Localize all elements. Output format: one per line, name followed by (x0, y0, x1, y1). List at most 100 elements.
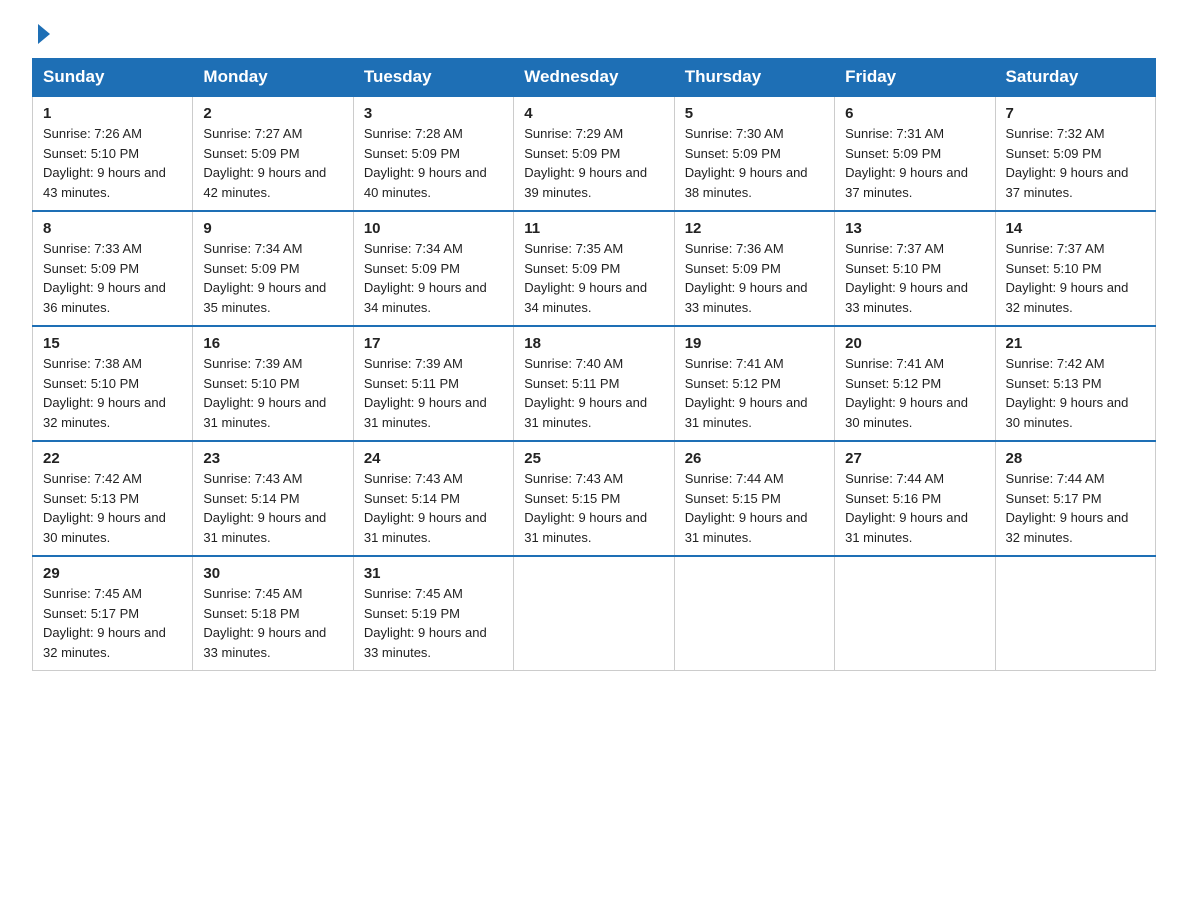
day-info: Sunrise: 7:43 AMSunset: 5:14 PMDaylight:… (364, 471, 487, 545)
day-info: Sunrise: 7:42 AMSunset: 5:13 PMDaylight:… (1006, 356, 1129, 430)
day-info: Sunrise: 7:32 AMSunset: 5:09 PMDaylight:… (1006, 126, 1129, 200)
day-info: Sunrise: 7:43 AMSunset: 5:15 PMDaylight:… (524, 471, 647, 545)
day-number: 13 (845, 220, 984, 237)
day-info: Sunrise: 7:44 AMSunset: 5:17 PMDaylight:… (1006, 471, 1129, 545)
calendar-cell: 1 Sunrise: 7:26 AMSunset: 5:10 PMDayligh… (33, 96, 193, 211)
calendar-cell: 15 Sunrise: 7:38 AMSunset: 5:10 PMDaylig… (33, 326, 193, 441)
calendar-table: SundayMondayTuesdayWednesdayThursdayFrid… (32, 58, 1156, 671)
day-info: Sunrise: 7:34 AMSunset: 5:09 PMDaylight:… (203, 241, 326, 315)
day-number: 2 (203, 105, 342, 122)
calendar-cell: 28 Sunrise: 7:44 AMSunset: 5:17 PMDaylig… (995, 441, 1155, 556)
calendar-cell: 10 Sunrise: 7:34 AMSunset: 5:09 PMDaylig… (353, 211, 513, 326)
calendar-cell: 3 Sunrise: 7:28 AMSunset: 5:09 PMDayligh… (353, 96, 513, 211)
day-number: 22 (43, 450, 182, 467)
day-info: Sunrise: 7:45 AMSunset: 5:18 PMDaylight:… (203, 586, 326, 660)
day-info: Sunrise: 7:36 AMSunset: 5:09 PMDaylight:… (685, 241, 808, 315)
day-number: 1 (43, 105, 182, 122)
page-header (32, 24, 1156, 38)
calendar-cell: 30 Sunrise: 7:45 AMSunset: 5:18 PMDaylig… (193, 556, 353, 671)
day-number: 27 (845, 450, 984, 467)
day-info: Sunrise: 7:30 AMSunset: 5:09 PMDaylight:… (685, 126, 808, 200)
calendar-cell (514, 556, 674, 671)
day-number: 31 (364, 565, 503, 582)
col-header-sunday: Sunday (33, 59, 193, 97)
day-number: 11 (524, 220, 663, 237)
day-number: 6 (845, 105, 984, 122)
day-number: 5 (685, 105, 824, 122)
logo (32, 24, 50, 38)
day-info: Sunrise: 7:31 AMSunset: 5:09 PMDaylight:… (845, 126, 968, 200)
day-info: Sunrise: 7:39 AMSunset: 5:11 PMDaylight:… (364, 356, 487, 430)
day-info: Sunrise: 7:28 AMSunset: 5:09 PMDaylight:… (364, 126, 487, 200)
col-header-saturday: Saturday (995, 59, 1155, 97)
day-info: Sunrise: 7:37 AMSunset: 5:10 PMDaylight:… (1006, 241, 1129, 315)
calendar-cell: 11 Sunrise: 7:35 AMSunset: 5:09 PMDaylig… (514, 211, 674, 326)
calendar-cell (835, 556, 995, 671)
day-info: Sunrise: 7:39 AMSunset: 5:10 PMDaylight:… (203, 356, 326, 430)
calendar-cell: 4 Sunrise: 7:29 AMSunset: 5:09 PMDayligh… (514, 96, 674, 211)
calendar-cell: 27 Sunrise: 7:44 AMSunset: 5:16 PMDaylig… (835, 441, 995, 556)
calendar-week-row: 22 Sunrise: 7:42 AMSunset: 5:13 PMDaylig… (33, 441, 1156, 556)
day-number: 12 (685, 220, 824, 237)
day-info: Sunrise: 7:33 AMSunset: 5:09 PMDaylight:… (43, 241, 166, 315)
day-number: 18 (524, 335, 663, 352)
day-info: Sunrise: 7:42 AMSunset: 5:13 PMDaylight:… (43, 471, 166, 545)
calendar-header-row: SundayMondayTuesdayWednesdayThursdayFrid… (33, 59, 1156, 97)
calendar-cell: 20 Sunrise: 7:41 AMSunset: 5:12 PMDaylig… (835, 326, 995, 441)
calendar-cell: 17 Sunrise: 7:39 AMSunset: 5:11 PMDaylig… (353, 326, 513, 441)
calendar-cell: 19 Sunrise: 7:41 AMSunset: 5:12 PMDaylig… (674, 326, 834, 441)
col-header-thursday: Thursday (674, 59, 834, 97)
calendar-cell: 2 Sunrise: 7:27 AMSunset: 5:09 PMDayligh… (193, 96, 353, 211)
logo-general-text (32, 24, 50, 44)
calendar-cell: 9 Sunrise: 7:34 AMSunset: 5:09 PMDayligh… (193, 211, 353, 326)
calendar-cell: 31 Sunrise: 7:45 AMSunset: 5:19 PMDaylig… (353, 556, 513, 671)
day-info: Sunrise: 7:44 AMSunset: 5:16 PMDaylight:… (845, 471, 968, 545)
day-number: 16 (203, 335, 342, 352)
calendar-cell: 25 Sunrise: 7:43 AMSunset: 5:15 PMDaylig… (514, 441, 674, 556)
day-info: Sunrise: 7:27 AMSunset: 5:09 PMDaylight:… (203, 126, 326, 200)
day-info: Sunrise: 7:45 AMSunset: 5:17 PMDaylight:… (43, 586, 166, 660)
calendar-cell: 26 Sunrise: 7:44 AMSunset: 5:15 PMDaylig… (674, 441, 834, 556)
day-info: Sunrise: 7:41 AMSunset: 5:12 PMDaylight:… (845, 356, 968, 430)
calendar-week-row: 8 Sunrise: 7:33 AMSunset: 5:09 PMDayligh… (33, 211, 1156, 326)
logo-arrow-icon (38, 24, 50, 44)
day-number: 14 (1006, 220, 1145, 237)
calendar-cell: 14 Sunrise: 7:37 AMSunset: 5:10 PMDaylig… (995, 211, 1155, 326)
day-number: 15 (43, 335, 182, 352)
calendar-cell: 16 Sunrise: 7:39 AMSunset: 5:10 PMDaylig… (193, 326, 353, 441)
calendar-cell: 8 Sunrise: 7:33 AMSunset: 5:09 PMDayligh… (33, 211, 193, 326)
calendar-week-row: 29 Sunrise: 7:45 AMSunset: 5:17 PMDaylig… (33, 556, 1156, 671)
day-info: Sunrise: 7:40 AMSunset: 5:11 PMDaylight:… (524, 356, 647, 430)
calendar-cell: 23 Sunrise: 7:43 AMSunset: 5:14 PMDaylig… (193, 441, 353, 556)
day-number: 17 (364, 335, 503, 352)
day-info: Sunrise: 7:29 AMSunset: 5:09 PMDaylight:… (524, 126, 647, 200)
calendar-cell: 22 Sunrise: 7:42 AMSunset: 5:13 PMDaylig… (33, 441, 193, 556)
calendar-cell: 7 Sunrise: 7:32 AMSunset: 5:09 PMDayligh… (995, 96, 1155, 211)
day-number: 28 (1006, 450, 1145, 467)
day-number: 21 (1006, 335, 1145, 352)
day-number: 8 (43, 220, 182, 237)
day-number: 20 (845, 335, 984, 352)
day-info: Sunrise: 7:41 AMSunset: 5:12 PMDaylight:… (685, 356, 808, 430)
day-number: 30 (203, 565, 342, 582)
day-number: 25 (524, 450, 663, 467)
col-header-wednesday: Wednesday (514, 59, 674, 97)
day-number: 24 (364, 450, 503, 467)
calendar-cell: 5 Sunrise: 7:30 AMSunset: 5:09 PMDayligh… (674, 96, 834, 211)
day-number: 4 (524, 105, 663, 122)
day-number: 9 (203, 220, 342, 237)
day-info: Sunrise: 7:34 AMSunset: 5:09 PMDaylight:… (364, 241, 487, 315)
calendar-cell: 29 Sunrise: 7:45 AMSunset: 5:17 PMDaylig… (33, 556, 193, 671)
day-number: 26 (685, 450, 824, 467)
calendar-cell: 24 Sunrise: 7:43 AMSunset: 5:14 PMDaylig… (353, 441, 513, 556)
day-number: 29 (43, 565, 182, 582)
day-number: 10 (364, 220, 503, 237)
col-header-tuesday: Tuesday (353, 59, 513, 97)
calendar-week-row: 1 Sunrise: 7:26 AMSunset: 5:10 PMDayligh… (33, 96, 1156, 211)
calendar-cell (674, 556, 834, 671)
calendar-week-row: 15 Sunrise: 7:38 AMSunset: 5:10 PMDaylig… (33, 326, 1156, 441)
calendar-cell: 21 Sunrise: 7:42 AMSunset: 5:13 PMDaylig… (995, 326, 1155, 441)
day-info: Sunrise: 7:43 AMSunset: 5:14 PMDaylight:… (203, 471, 326, 545)
calendar-cell (995, 556, 1155, 671)
calendar-cell: 12 Sunrise: 7:36 AMSunset: 5:09 PMDaylig… (674, 211, 834, 326)
